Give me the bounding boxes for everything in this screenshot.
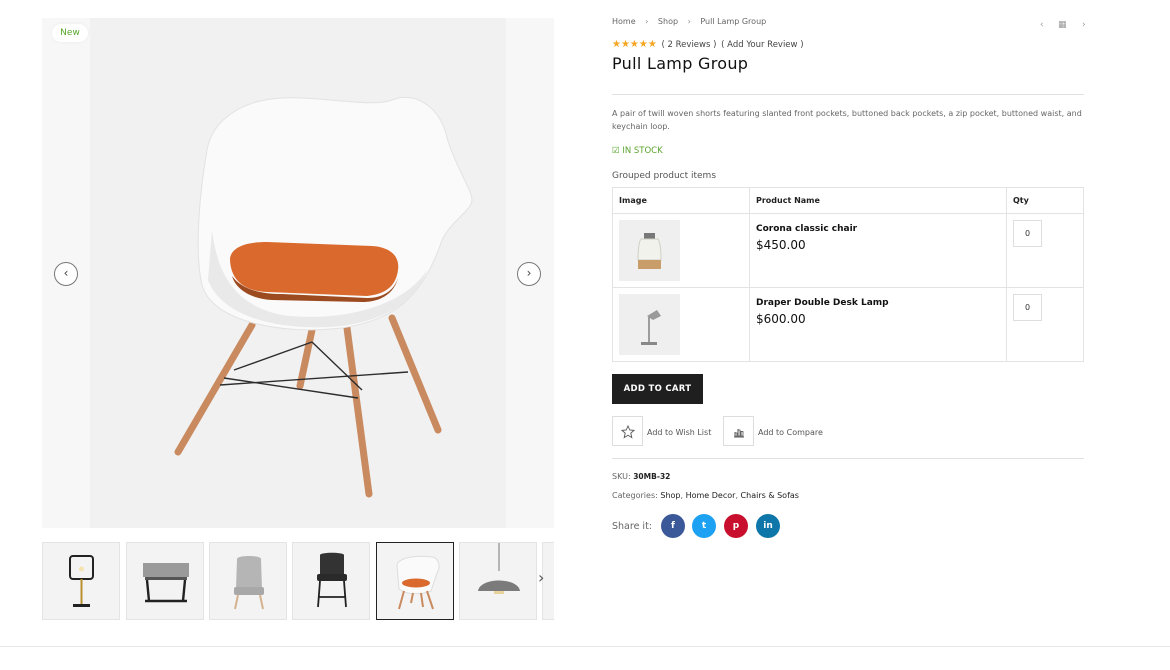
desk-lamp-icon (69, 555, 94, 607)
compare-label[interactable]: Add to Compare (758, 428, 823, 437)
grey-chair-icon (234, 556, 264, 610)
facebook-icon[interactable]: f (661, 514, 685, 538)
breadcrumb-separator-icon: › (645, 17, 649, 26)
bar-stool-icon (317, 552, 347, 608)
header-image: Image (612, 187, 750, 214)
linkedin-icon[interactable]: in (756, 514, 780, 538)
breadcrumb: Home › Shop › Pull Lamp Group (612, 17, 766, 26)
category-link-chairs-sofas[interactable]: Chairs & Sofas (741, 491, 799, 500)
grid-icon[interactable]: ▦ (1058, 20, 1067, 30)
bar-chart-icon (734, 429, 744, 438)
add-to-cart-button[interactable]: ADD TO CART (612, 374, 703, 404)
thumbnail-white-chair[interactable] (376, 542, 454, 620)
product-description: A pair of twill woven shorts featuring s… (612, 109, 1082, 131)
prev-product-icon[interactable]: ‹ (1040, 20, 1044, 30)
star-outline-icon (621, 425, 635, 439)
side-table-icon (143, 563, 189, 603)
category-link-shop[interactable]: Shop (660, 491, 680, 500)
desk-lamp-icon (641, 310, 661, 345)
gallery-prev-button[interactable]: ‹ (54, 262, 78, 286)
sku-row: SKU: 30MB-32 (612, 472, 670, 481)
share-label: Share it: (612, 521, 652, 532)
jar-lamp-icon (637, 233, 662, 269)
table-row: Corona classic chair $450.00 0 (612, 213, 1084, 288)
qty-input[interactable]: 0 (1013, 220, 1042, 247)
chair-image (174, 96, 473, 498)
divider (612, 94, 1084, 95)
item-price: $600.00 (756, 312, 806, 326)
gallery-next-button[interactable]: › (517, 262, 541, 286)
thumbnail-pendant-lamp[interactable] (459, 542, 537, 620)
reviews-link[interactable]: ( 2 Reviews ) (662, 40, 717, 50)
breadcrumb-home[interactable]: Home (612, 17, 636, 26)
categories-label: Categories: (612, 491, 658, 500)
product-navigation: ‹ ▦ › (1037, 20, 1089, 34)
breadcrumb-separator-icon: › (687, 17, 691, 26)
category-link-home-decor[interactable]: Home Decor (686, 491, 736, 500)
categories-row: Categories: Shop, Home Decor, Chairs & S… (612, 491, 799, 500)
item-name[interactable]: Draper Double Desk Lamp (756, 298, 1000, 308)
item-price: $450.00 (756, 238, 806, 252)
stock-label: IN STOCK (622, 146, 663, 156)
thumbnail-bar-stool[interactable] (292, 542, 370, 620)
product-title: Pull Lamp Group (612, 54, 749, 73)
product-main-image[interactable]: New ‹ › (42, 18, 554, 528)
compare-box[interactable] (723, 416, 754, 446)
item-image-corona-chair[interactable] (619, 220, 680, 281)
rating-stars-icon: ★★★★★ (612, 39, 657, 50)
pinterest-icon[interactable]: p (724, 514, 748, 538)
qty-input[interactable]: 0 (1013, 294, 1042, 321)
thumbnail-strip (42, 542, 554, 620)
item-image-draper-lamp[interactable] (619, 294, 680, 355)
product-rating: ★★★★★ ( 2 Reviews ) ( Add Your Review ) (612, 39, 804, 50)
thumbnail-desk-lamp[interactable] (42, 542, 120, 620)
thumbnail-grey-chair[interactable] (209, 542, 287, 620)
breadcrumb-current: Pull Lamp Group (700, 17, 767, 26)
grouped-items-table: Image Product Name Qty Corona classic ch… (612, 187, 1084, 362)
pendant-lamp-icon (478, 543, 520, 594)
add-review-link[interactable]: ( Add Your Review ) (721, 40, 803, 50)
next-product-icon[interactable]: › (1082, 20, 1086, 30)
wishlist-label[interactable]: Add to Wish List (647, 428, 711, 437)
footer-divider (0, 646, 1170, 647)
white-chair-icon (396, 555, 440, 610)
stock-status: ☑ IN STOCK (612, 146, 663, 156)
thumbnail-side-table[interactable] (126, 542, 204, 620)
item-name[interactable]: Corona classic chair (756, 224, 1000, 234)
divider (612, 458, 1084, 459)
grouped-items-label: Grouped product items (612, 171, 717, 181)
table-row: Draper Double Desk Lamp $600.00 0 (612, 287, 1084, 362)
wishlist-box[interactable] (612, 416, 643, 446)
sku-label: SKU: (612, 472, 631, 481)
sku-value: 30MB-32 (633, 472, 671, 481)
breadcrumb-shop[interactable]: Shop (658, 17, 678, 26)
new-badge: New (52, 24, 88, 42)
check-square-icon: ☑ (612, 146, 620, 156)
thumbnails-next-icon[interactable]: › (538, 568, 544, 587)
header-qty: Qty (1006, 187, 1084, 214)
header-product-name: Product Name (749, 187, 1007, 214)
twitter-icon[interactable]: t (692, 514, 716, 538)
